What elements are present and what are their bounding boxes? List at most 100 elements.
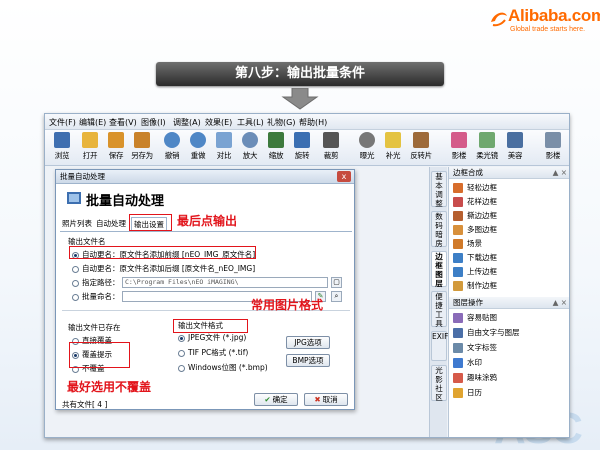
pattern-frame-icon [453, 197, 463, 207]
menu-help[interactable]: 帮助(H) [299, 117, 327, 128]
bmp-options-button[interactable]: BMP选项 [286, 354, 330, 367]
cancel-button[interactable]: ✖ 取消 [304, 393, 348, 406]
format-bmp-option[interactable]: Windows位图 (*.bmp) [178, 363, 268, 373]
exposure-icon [359, 132, 375, 148]
output-path-field[interactable]: C:\Program Files\nEO iMAGING\ [122, 277, 328, 288]
toolbar-resize-button[interactable]: 缩放 [262, 132, 290, 164]
menu-bar: 文件(F) 编辑(E) 查看(V) 图像(I) 调整(A) 效果(E) 工具(L… [45, 114, 569, 130]
annotation-no-overwrite: 最好选用不覆盖 [67, 380, 152, 394]
studio-icon [451, 132, 467, 148]
menu-effects[interactable]: 效果(E) [205, 117, 232, 128]
beauty-icon [507, 132, 523, 148]
toolbar-save-button[interactable]: 保存 [102, 132, 130, 164]
batch-process-dialog: 批量自动处理 x 批量自动处理 照片列表 自动处理 输出设置 输出文件名 自动更… [55, 169, 355, 410]
specify-path-option[interactable]: 指定路径： [72, 278, 120, 288]
menu-tools[interactable]: 工具(L) [237, 117, 264, 128]
toolbar-compare-button[interactable]: 对比 [210, 132, 238, 164]
toolbar-rotate-button[interactable]: 旋转 [288, 132, 316, 164]
menu-edit[interactable]: 编辑(E) [79, 117, 106, 128]
folder-open-icon [82, 132, 98, 148]
toolbar-browse-button[interactable]: 浏览 [48, 132, 76, 164]
check-icon: ✔ [264, 395, 271, 404]
batch-rename-option[interactable]: 批量命名： [72, 292, 120, 302]
batch-process-icon [67, 192, 81, 204]
easy-paste-icon [453, 313, 463, 323]
menu-view[interactable]: 查看(V) [109, 117, 137, 128]
frame-section-header[interactable]: 边框合成 ▲ × [449, 167, 569, 179]
toolbar-exposure-button[interactable]: 曝光 [353, 132, 381, 164]
layer-section-header[interactable]: 图层操作 ▲ × [449, 297, 569, 309]
frame-item[interactable]: 多图边框 [453, 223, 497, 236]
frame-item[interactable]: 场景 [453, 237, 482, 250]
layer-item[interactable]: 自由文字与图层 [453, 326, 520, 339]
vtab-handy-tools[interactable]: 便捷工具 [431, 291, 447, 328]
doodle-icon [453, 373, 463, 383]
frame-item[interactable]: 撕边边框 [453, 209, 497, 222]
highlight-output-tab [129, 214, 172, 231]
vtab-digital-darkroom[interactable]: 数码暗房 [431, 211, 447, 248]
download-frame-icon [453, 253, 463, 263]
alibaba-logo: Alibaba.com Global trade starts here. [488, 4, 600, 38]
format-jpeg-option[interactable]: JPEG文件 (*.jpg) [178, 333, 246, 343]
free-text-icon [453, 328, 463, 338]
rotate-icon [294, 132, 310, 148]
close-icon[interactable]: x [337, 171, 351, 182]
format-tif-option[interactable]: TIF PC格式 (*.tif) [178, 348, 248, 358]
toolbar-redo-button[interactable]: 重做 [184, 132, 212, 164]
search-icon[interactable]: ⌕ [331, 291, 342, 302]
reversal-film-icon [413, 132, 429, 148]
layer-item[interactable]: 文字标签 [453, 341, 497, 354]
toolbar-soft-light-button[interactable]: 柔光镜 [473, 132, 501, 164]
browse-folder-icon[interactable]: ▢ [331, 277, 342, 288]
menu-image[interactable]: 图像(I) [141, 117, 166, 128]
ok-button[interactable]: ✔ 确定 [254, 393, 298, 406]
layer-item[interactable]: 水印 [453, 356, 482, 369]
text-label-icon [453, 343, 463, 353]
toolbar-zoom-in-button[interactable]: 放大 [236, 132, 264, 164]
vtab-photo-community[interactable]: 光影社区 [431, 365, 447, 402]
dialog-heading: 批量自动处理 [66, 190, 164, 209]
vtab-exif[interactable]: EXIF [431, 331, 448, 361]
alibaba-logo-icon [491, 12, 507, 27]
layer-item[interactable]: 容易贴图 [453, 311, 497, 324]
vtab-basic-adjust[interactable]: 基本调整 [431, 171, 447, 208]
toolbar-save-as-button[interactable]: 另存为 [128, 132, 156, 164]
soft-light-icon [479, 132, 495, 148]
frame-item[interactable]: 下载边框 [453, 251, 497, 264]
rename-suffix-option[interactable]: 自动更名：原文件名添加后缀 [原文件名_nEO_IMG] [72, 264, 255, 274]
make-frame-icon [453, 281, 463, 291]
menu-file[interactable]: 文件(F) [49, 117, 76, 128]
scene-icon [453, 239, 463, 249]
toolbar-studio-button[interactable]: 影楼 [445, 132, 473, 164]
tab-auto-process[interactable]: 自动处理 [94, 217, 128, 231]
frame-item[interactable]: 花样边框 [453, 195, 497, 208]
frame-item[interactable]: 上传边框 [453, 265, 497, 278]
tab-photo-list[interactable]: 照片列表 [60, 217, 94, 231]
upload-frame-icon [453, 267, 463, 277]
toolbar-studio2-button[interactable]: 影楼 [539, 132, 567, 164]
zoom-in-icon [242, 132, 258, 148]
collapse-icon[interactable]: ▲ × [553, 167, 567, 178]
frame-item[interactable]: 轻松边框 [453, 181, 497, 194]
menu-adjust[interactable]: 调整(A) [173, 117, 201, 128]
collapse-icon[interactable]: ▲ × [553, 297, 567, 308]
jpg-options-button[interactable]: JPG选项 [286, 336, 330, 349]
toolbar-open-button[interactable]: 打开 [76, 132, 104, 164]
toolbar-reversal-film-button[interactable]: 反转片 [407, 132, 435, 164]
highlight-rename-option [69, 246, 256, 259]
frame-item[interactable]: 制作边框 [453, 279, 497, 292]
vtab-frame-layer[interactable]: 边框图层 [431, 251, 447, 288]
layer-item[interactable]: 日历 [453, 386, 482, 399]
toolbar-fill-light-button[interactable]: 补光 [379, 132, 407, 164]
toolbar-beauty-button[interactable]: 美容 [501, 132, 529, 164]
calendar-icon [453, 388, 463, 398]
menu-gift[interactable]: 礼物(G) [267, 117, 295, 128]
toolbar: 浏览 打开 保存 另存为 撤销 重做 对比 放大 缩放 旋转 裁剪 曝光 补光 … [45, 130, 569, 166]
step-title-banner: 第八步：输出批量条件 [156, 62, 444, 86]
highlight-exists-options [69, 342, 130, 368]
toolbar-crop-button[interactable]: 裁剪 [317, 132, 345, 164]
toolbar-undo-button[interactable]: 撤销 [158, 132, 186, 164]
fill-light-icon [385, 132, 401, 148]
compare-icon [216, 132, 232, 148]
layer-item[interactable]: 趣味涂鸦 [453, 371, 497, 384]
